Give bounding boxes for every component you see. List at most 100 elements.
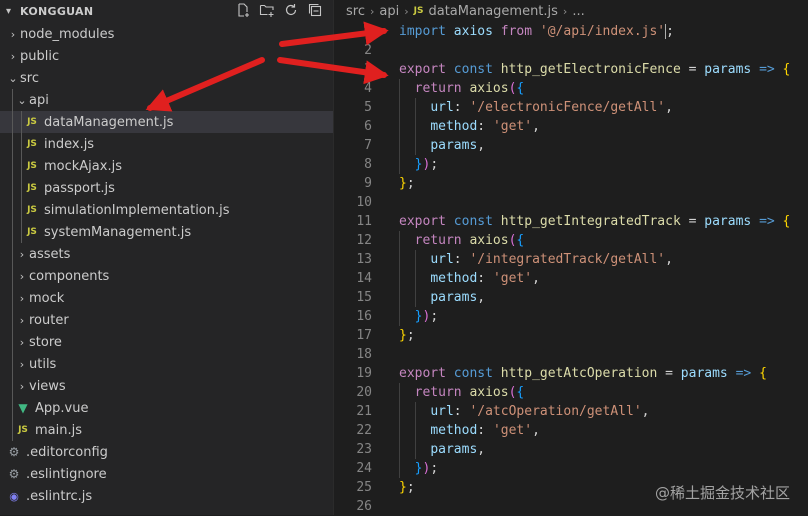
code-text: }; — [399, 326, 415, 345]
tree-file[interactable]: ◉ .eslintrc.js — [0, 485, 333, 507]
line-number: 14 — [356, 271, 372, 286]
tree-item-label: views — [29, 378, 66, 394]
code-token: method — [430, 119, 478, 134]
tree-folder[interactable]: ⌄ src — [0, 67, 333, 89]
code-token: , — [641, 404, 650, 419]
code-token: ; — [430, 157, 439, 172]
tree-file[interactable]: JS dataManagement.js — [0, 111, 333, 133]
tree-file[interactable]: JS systemManagement.js — [0, 221, 333, 243]
code-text: params, — [399, 440, 485, 459]
code-line: 19 export const http_getAtcOperation = pa… — [334, 364, 808, 383]
chevron-down-icon[interactable]: ▾ — [6, 6, 16, 17]
line-number: 22 — [356, 423, 372, 438]
indent-guide — [21, 111, 22, 133]
line-number: 25 — [356, 480, 372, 495]
tree-folder[interactable]: › views — [0, 375, 333, 397]
tree-folder[interactable]: › node_modules — [0, 23, 333, 45]
refresh-icon[interactable] — [283, 2, 299, 18]
code-line: 24 }); — [334, 459, 808, 478]
code-editor[interactable]: 1 import axios from '@/api/index.js'; 2 3 ex… — [334, 22, 808, 516]
tree-folder[interactable]: ⌄ api — [0, 89, 333, 111]
js-file-icon: JS — [27, 161, 37, 171]
code-token: params — [680, 366, 728, 381]
tree-file[interactable]: JS mockAjax.js — [0, 155, 333, 177]
code-token: http_getAtcOperation — [500, 366, 658, 381]
breadcrumb-item-more[interactable]: ... — [572, 4, 584, 19]
code-text: export const http_getElectronicFence = p… — [399, 60, 790, 79]
tree-file[interactable]: JS main.js — [0, 419, 333, 441]
tree-file[interactable]: ⚙ .editorconfig — [0, 441, 333, 463]
code-line: 8 }); — [334, 155, 808, 174]
chevron-down-icon[interactable]: ⌄ — [15, 94, 29, 107]
vue-file-icon: ▼ — [18, 401, 28, 415]
indent-guide — [12, 265, 13, 287]
tree-file[interactable]: JS index.js — [0, 133, 333, 155]
chevron-right-icon[interactable]: › — [6, 50, 20, 63]
code-token: const — [453, 62, 493, 77]
code-text: }); — [399, 155, 438, 174]
chevron-right-icon[interactable]: › — [15, 358, 29, 371]
code-token: return — [414, 81, 462, 96]
tree-folder[interactable]: › router — [0, 309, 333, 331]
code-token: axios — [469, 385, 509, 400]
new-file-icon[interactable] — [235, 2, 251, 18]
tree-file[interactable]: JS simulationImplementation.js — [0, 199, 333, 221]
indent-guide — [12, 89, 13, 111]
chevron-right-icon[interactable]: › — [15, 270, 29, 283]
chevron-right-icon[interactable]: › — [15, 248, 29, 261]
line-number: 10 — [356, 195, 372, 210]
breadcrumb-item-src[interactable]: src — [346, 4, 365, 19]
breadcrumb-item-api[interactable]: api — [379, 4, 399, 19]
breadcrumb-item-file[interactable]: dataManagement.js — [428, 4, 557, 19]
new-folder-icon[interactable] — [259, 2, 275, 18]
indent-guide — [12, 419, 13, 441]
chevron-right-icon[interactable]: › — [15, 292, 29, 305]
code-token: '/atcOperation/getAll' — [469, 404, 642, 419]
code-token: , — [532, 423, 540, 438]
code-token: axios — [453, 24, 493, 39]
tree-folder[interactable]: › mock — [0, 287, 333, 309]
tree-file[interactable]: JS passport.js — [0, 177, 333, 199]
code-token: axios — [469, 81, 509, 96]
code-token: => — [759, 214, 775, 229]
tree-folder[interactable]: › utils — [0, 353, 333, 375]
tree-item-label: node_modules — [20, 26, 115, 42]
code-token: axios — [469, 233, 509, 248]
indent-guide — [12, 375, 13, 397]
line-number: 23 — [356, 442, 372, 457]
tree-item-label: api — [29, 92, 49, 108]
tree-item-label: .eslintrc.js — [26, 488, 93, 504]
code-token: params — [430, 290, 478, 305]
tree-item-label: public — [20, 48, 60, 64]
chevron-down-icon[interactable]: ⌄ — [6, 72, 20, 85]
chevron-right-icon[interactable]: › — [15, 380, 29, 393]
chevron-right-icon[interactable]: › — [6, 28, 20, 41]
tree-folder[interactable]: › store — [0, 331, 333, 353]
explorer-actions — [235, 2, 323, 18]
gear-icon: ⚙ — [8, 445, 20, 459]
indent-guide — [12, 243, 13, 265]
tree-file[interactable]: ▼ App.vue — [0, 397, 333, 419]
code-token: http_getIntegratedTrack — [500, 214, 681, 229]
collapse-all-icon[interactable] — [307, 2, 323, 18]
tree-file[interactable]: ⚙ .eslintignore — [0, 463, 333, 485]
tree-folder[interactable]: › public — [0, 45, 333, 67]
tree-item-label: store — [29, 334, 62, 350]
code-token: 'get' — [492, 423, 533, 438]
tree-folder[interactable]: › components — [0, 265, 333, 287]
chevron-right-icon[interactable]: › — [15, 336, 29, 349]
code-token: return — [414, 385, 462, 400]
tree-folder[interactable]: › assets — [0, 243, 333, 265]
chevron-right-icon[interactable]: › — [15, 314, 29, 327]
gear-icon: ⚙ — [8, 467, 20, 481]
code-token: { — [516, 233, 525, 248]
code-token: : — [453, 404, 470, 419]
